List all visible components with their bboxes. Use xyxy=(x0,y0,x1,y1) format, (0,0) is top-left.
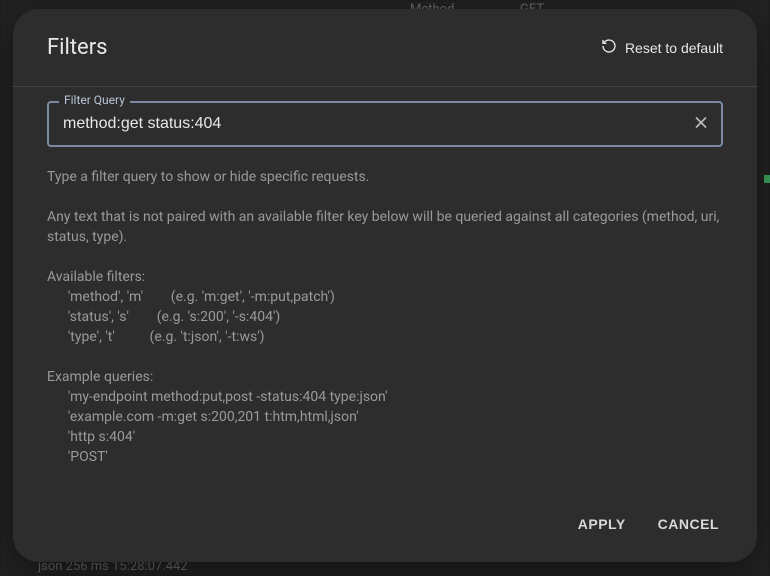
clear-input-button[interactable] xyxy=(687,109,715,140)
reset-icon xyxy=(601,38,617,57)
filters-dialog: Filters Reset to default Filter Query Ty… xyxy=(13,9,757,562)
filter-query-input[interactable] xyxy=(47,101,723,147)
bg-status-indicator xyxy=(764,175,770,183)
dialog-title: Filters xyxy=(47,35,108,60)
close-icon xyxy=(691,113,711,136)
help-text: Type a filter query to show or hide spec… xyxy=(47,167,723,492)
input-label: Filter Query xyxy=(59,93,130,107)
dialog-actions: APPLY CANCEL xyxy=(47,508,723,540)
cancel-button[interactable]: CANCEL xyxy=(654,508,723,540)
apply-button[interactable]: APPLY xyxy=(574,508,630,540)
divider xyxy=(13,86,757,87)
reset-to-default-button[interactable]: Reset to default xyxy=(601,38,723,57)
filter-query-field: Filter Query xyxy=(47,101,723,147)
dialog-header: Filters Reset to default xyxy=(47,35,723,60)
reset-label: Reset to default xyxy=(625,40,723,56)
